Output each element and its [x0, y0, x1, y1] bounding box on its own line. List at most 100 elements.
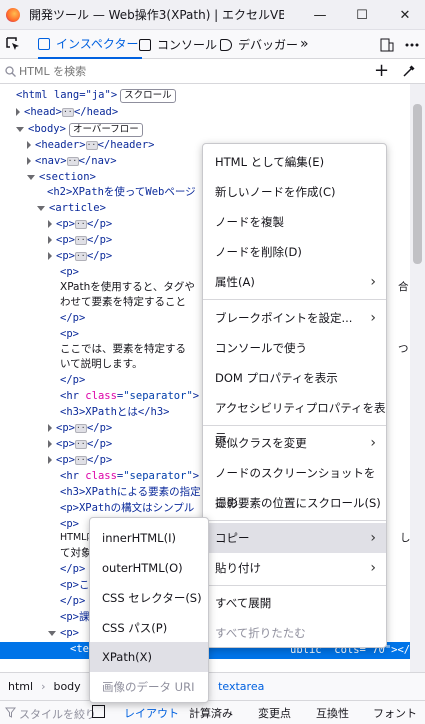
tree-node-article[interactable]: <article>: [37, 200, 106, 216]
add-node-button[interactable]: +: [374, 60, 389, 81]
menu-item-screenshot-node[interactable]: ノードのスクリーンショットを撮影: [203, 458, 386, 510]
minimize-button[interactable]: —: [300, 0, 340, 30]
menu-item-collapse-all[interactable]: すべて折りたたむ: [203, 618, 386, 648]
close-button[interactable]: ✕: [385, 0, 425, 30]
tab-changes[interactable]: 変更点: [258, 705, 291, 721]
menu-item-paste[interactable]: 貼り付け ›: [203, 553, 386, 583]
tab-layout[interactable]: レイアウト: [124, 705, 179, 721]
menu-item-use-in-console[interactable]: コンソールで使う: [203, 333, 386, 363]
collapsed-content-icon[interactable]: ···: [61, 107, 77, 117]
menu-item-scroll-into-view[interactable]: この要素の位置にスクロール(S): [203, 488, 386, 518]
more-options-icon[interactable]: [405, 43, 419, 47]
collapse-arrow-icon[interactable]: [16, 126, 24, 132]
menu-item-copy-image-data-uri[interactable]: 画像のデータ URI: [90, 672, 208, 702]
tree-node-p[interactable]: <p>: [48, 625, 79, 641]
tab-fonts[interactable]: フォント: [373, 705, 417, 721]
tree-node-h2[interactable]: <h2>XPathを使ってWebページ: [47, 184, 196, 200]
tab-compatibility[interactable]: 互換性: [316, 705, 349, 721]
breadcrumb-html[interactable]: html: [8, 680, 33, 693]
menu-item-delete-node[interactable]: ノードを削除(D): [203, 237, 386, 267]
overflow-badge[interactable]: オーバーフロー: [68, 123, 143, 137]
tab-console[interactable]: コンソール: [139, 30, 217, 59]
tree-node-nav[interactable]: <nav>···</nav>: [27, 153, 117, 169]
menu-item-accessibility-properties[interactable]: アクセシビリティプロパティを表示: [203, 393, 386, 445]
collapse-arrow-icon[interactable]: [27, 174, 35, 180]
menu-item-copy-css-selector[interactable]: CSS セレクター(S): [90, 583, 208, 613]
collapsed-content-icon[interactable]: ···: [74, 235, 90, 245]
menu-item-new-node[interactable]: 新しいノードを作成(C): [203, 177, 386, 207]
more-tools-button[interactable]: »: [300, 36, 309, 52]
tree-node-p[interactable]: <p>: [60, 326, 79, 342]
scrollbar-thumb[interactable]: [413, 104, 422, 264]
expand-arrow-icon[interactable]: [48, 236, 52, 244]
text-node[interactable]: わせて要素を特定すること: [60, 294, 186, 310]
tree-scrollbar[interactable]: [410, 84, 425, 672]
style-filter-input[interactable]: スタイルを絞り: [19, 706, 96, 722]
collapsed-content-icon[interactable]: ···: [74, 439, 90, 449]
collapsed-content-icon[interactable]: ···: [74, 219, 90, 229]
expand-arrow-icon[interactable]: [48, 252, 52, 260]
tree-node-p[interactable]: <p>: [60, 264, 79, 280]
menu-item-breakpoint[interactable]: ブレークポイントを設定... ›: [203, 303, 386, 333]
sidebar-toggle-icon[interactable]: [92, 705, 105, 718]
collapsed-content-icon[interactable]: ···: [66, 156, 82, 166]
menu-item-copy-css-path[interactable]: CSS パス(P): [90, 613, 208, 643]
expand-arrow-icon[interactable]: [48, 456, 52, 464]
tree-node-p[interactable]: <p>···</p>: [48, 420, 112, 436]
menu-item-copy-innerhtml[interactable]: innerHTML(I): [90, 523, 208, 553]
tree-node-h3[interactable]: <h3>XPathとは</h3>: [60, 404, 170, 420]
scroll-badge[interactable]: スクロール: [120, 89, 176, 103]
tree-node-p[interactable]: <p>···</p>: [48, 248, 112, 264]
tree-node-hr[interactable]: <hr class="separator">: [60, 388, 199, 404]
tab-inspector[interactable]: インスペクター: [38, 30, 143, 59]
tree-node-header[interactable]: <header>···</header>: [27, 137, 154, 153]
tree-node-textarea[interactable]: <te: [70, 641, 89, 657]
eyedropper-icon[interactable]: [402, 64, 416, 78]
tree-node-p-close[interactable]: </p>: [60, 310, 85, 326]
breadcrumb-textarea[interactable]: textarea: [218, 680, 264, 693]
text-node[interactable]: いて説明します。: [60, 356, 143, 372]
tree-node-p-close[interactable]: </p>: [60, 561, 85, 577]
tree-node-section[interactable]: <section>: [27, 169, 96, 185]
tree-node-html[interactable]: <html lang="ja"> スクロール: [16, 87, 176, 103]
text-node[interactable]: ここでは、要素を特定する: [60, 341, 186, 357]
tree-node-textarea-selected[interactable]: <te: [70, 658, 89, 672]
responsive-design-icon[interactable]: [380, 38, 394, 52]
maximize-button[interactable]: ☐: [342, 0, 382, 30]
menu-item-edit-html[interactable]: HTML として編集(E): [203, 147, 386, 177]
menu-item-dom-properties[interactable]: DOM プロパティを表示: [203, 363, 386, 393]
text-node[interactable]: て対象: [60, 545, 92, 561]
expand-arrow-icon[interactable]: [27, 141, 31, 149]
tree-node-p[interactable]: <p>···</p>: [48, 452, 112, 468]
tree-node-h3[interactable]: <h3>XPathによる要素の指定: [60, 484, 201, 500]
menu-item-expand-all[interactable]: すべて展開: [203, 588, 386, 618]
tree-node-p[interactable]: <p>···</p>: [48, 436, 112, 452]
expand-arrow-icon[interactable]: [48, 220, 52, 228]
tree-node-p[interactable]: <p>こ: [60, 577, 89, 593]
expand-arrow-icon[interactable]: [48, 424, 52, 432]
collapse-arrow-icon[interactable]: [37, 205, 45, 211]
expand-arrow-icon[interactable]: [48, 440, 52, 448]
menu-item-copy-outerhtml[interactable]: outerHTML(O): [90, 553, 208, 583]
menu-item-duplicate-node[interactable]: ノードを複製: [203, 207, 386, 237]
tree-node-p-close[interactable]: </p>: [60, 372, 85, 388]
collapsed-content-icon[interactable]: ···: [74, 455, 90, 465]
tab-computed[interactable]: 計算済み: [189, 705, 233, 721]
html-search-input[interactable]: [19, 64, 339, 78]
menu-item-copy-xpath[interactable]: XPath(X): [90, 642, 208, 672]
expand-arrow-icon[interactable]: [27, 157, 31, 165]
tree-node-p[interactable]: <p>···</p>: [48, 216, 112, 232]
element-picker-icon[interactable]: [6, 37, 20, 51]
expand-arrow-icon[interactable]: [16, 108, 20, 116]
tree-node-head[interactable]: <head>···</head>: [16, 104, 118, 120]
collapsed-content-icon[interactable]: ···: [85, 140, 101, 150]
collapsed-content-icon[interactable]: ···: [74, 251, 90, 261]
collapse-arrow-icon[interactable]: [48, 630, 56, 636]
tree-node-body[interactable]: <body> オーバーフロー: [16, 121, 143, 137]
menu-item-attributes[interactable]: 属性(A) ›: [203, 267, 386, 297]
collapsed-content-icon[interactable]: ···: [74, 423, 90, 433]
tree-node-p[interactable]: <p>···</p>: [48, 232, 112, 248]
tab-debugger[interactable]: デバッガー: [220, 30, 298, 59]
text-node[interactable]: XPathを使用すると、タグや: [60, 279, 195, 295]
menu-item-pseudo-class[interactable]: 疑似クラスを変更 ›: [203, 428, 386, 458]
